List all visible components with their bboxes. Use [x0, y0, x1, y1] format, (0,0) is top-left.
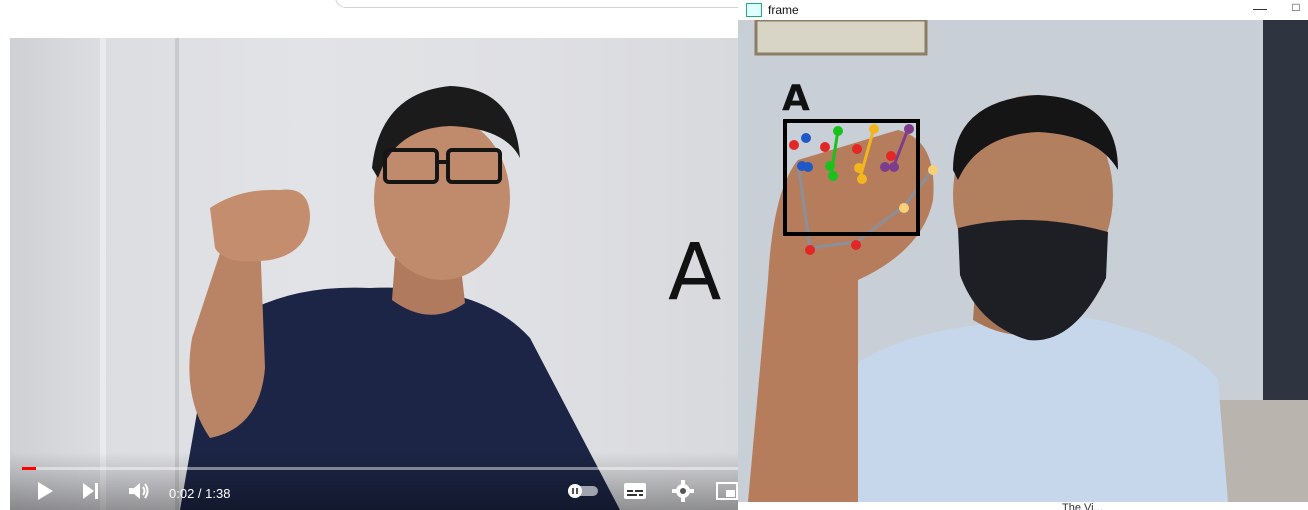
- sign-letter-overlay: A: [668, 228, 722, 318]
- webcam-scene: [738, 20, 1308, 502]
- settings-button[interactable]: [670, 478, 696, 504]
- detected-sign-label: A: [782, 78, 810, 119]
- player-controls: 0:02 / 1:38: [10, 452, 738, 510]
- browser-top-strip: [0, 0, 757, 38]
- play-icon: [38, 482, 53, 500]
- window-title: frame: [768, 3, 799, 17]
- next-button[interactable]: [78, 478, 104, 504]
- volume-icon: [129, 483, 149, 499]
- progress-fill: [22, 467, 37, 470]
- autoplay-toggle-icon: [568, 484, 598, 498]
- signer-person-video: [180, 86, 620, 510]
- miniplayer-icon: [716, 482, 738, 500]
- volume-button[interactable]: [126, 478, 152, 504]
- autoplay-toggle[interactable]: [566, 480, 600, 502]
- frame-window: frame — □ A The Vi...: [738, 0, 1308, 510]
- time-display: 0:02 / 1:38: [169, 486, 231, 501]
- search-bar[interactable]: [335, 0, 757, 8]
- play-button[interactable]: [32, 478, 58, 504]
- settings-icon: [672, 480, 694, 502]
- minimize-button[interactable]: —: [1250, 0, 1270, 16]
- window-app-icon: [746, 3, 762, 17]
- background-window-text: The Vi...: [1062, 502, 1103, 510]
- hand-bounding-box: [783, 119, 920, 236]
- subtitles-button[interactable]: [622, 480, 648, 502]
- maximize-button[interactable]: □: [1286, 0, 1306, 14]
- window-titlebar: frame — □: [738, 0, 1308, 20]
- next-icon: [83, 483, 98, 499]
- video-player[interactable]: A 0:02 / 1:38: [10, 38, 738, 510]
- miniplayer-button[interactable]: [716, 480, 738, 502]
- progress-bar[interactable]: [22, 467, 738, 470]
- background-window-strip: [738, 502, 1308, 510]
- subtitles-icon: [624, 483, 646, 499]
- webcam-feed: A: [738, 20, 1308, 502]
